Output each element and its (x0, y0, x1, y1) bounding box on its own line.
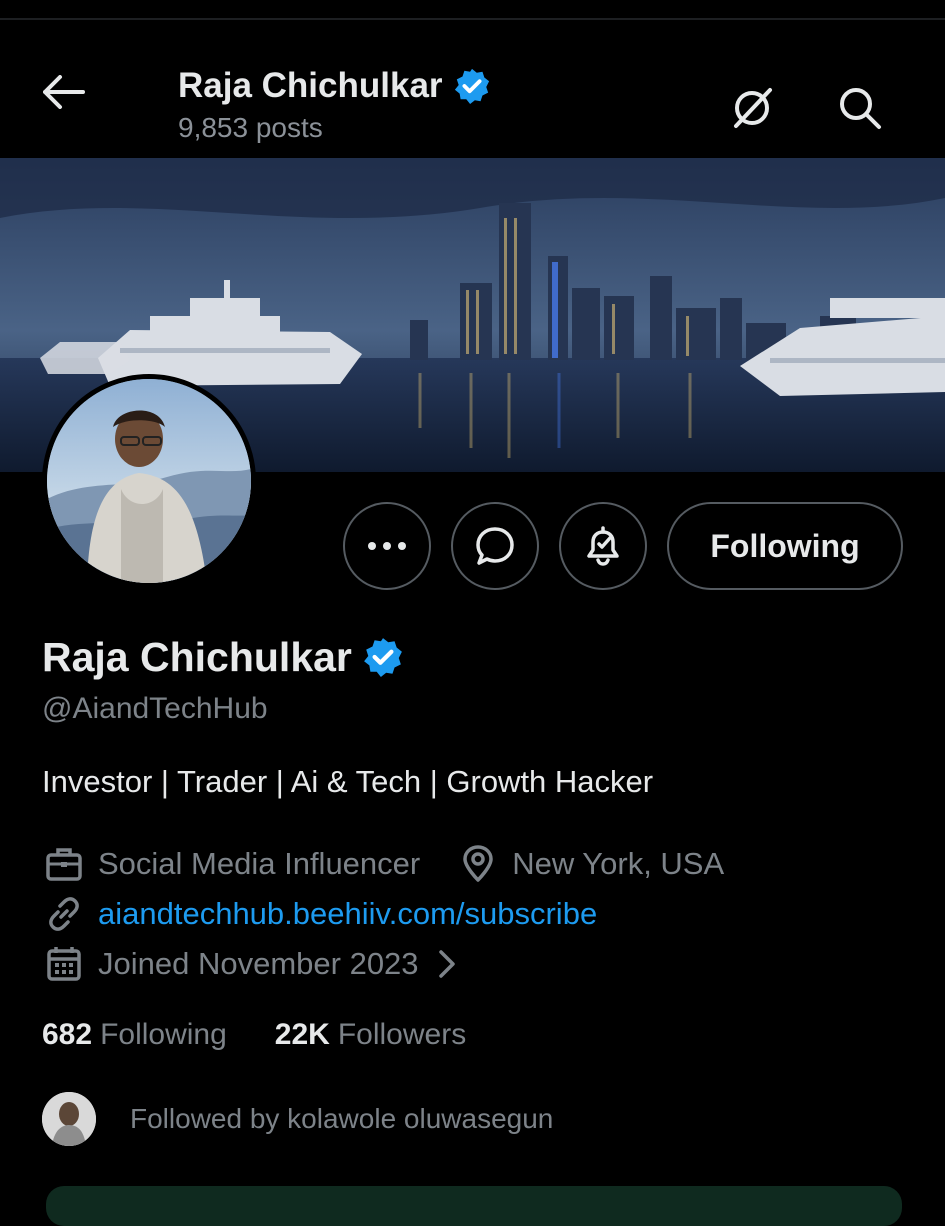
more-icon (368, 542, 406, 550)
more-button[interactable] (343, 502, 431, 590)
calendar-icon (42, 942, 86, 986)
arrow-left-icon (43, 75, 85, 109)
notification-bell-icon (587, 526, 619, 566)
profile-avatar[interactable] (42, 374, 256, 588)
followed-by-row[interactable]: Followed by kolawole oluwasegun (42, 1092, 553, 1146)
profile-website-link[interactable]: aiandtechhub.beehiiv.com/subscribe (98, 896, 597, 932)
profile-bio: Investor | Trader | Ai & Tech | Growth H… (42, 764, 654, 799)
briefcase-icon (42, 842, 86, 886)
following-count-link[interactable]: 682 Following (42, 1018, 227, 1052)
following-button[interactable]: Following (667, 502, 903, 590)
following-label: Following (100, 1018, 227, 1051)
location-pin-icon (456, 842, 500, 886)
followed-by-text: Followed by kolawole oluwasegun (130, 1103, 554, 1134)
status-bar (0, 0, 945, 20)
notification-button[interactable] (559, 502, 647, 590)
verified-badge-icon (363, 638, 402, 677)
followers-label: Followers (337, 1018, 467, 1051)
profile-name: Raja Chichulkar (42, 628, 404, 686)
followers-count-link[interactable]: 22K Followers (275, 1018, 466, 1052)
followers-count: 22K (274, 1018, 330, 1051)
profile-joined-date: Joined November 2023 (98, 946, 419, 981)
profile-category: Social Media Influencer (98, 846, 421, 881)
profile-meta-row: Social Media Influencer New York, USA (42, 842, 724, 886)
grok-button[interactable] (724, 80, 780, 136)
header-name: Raja Chichulkar (178, 66, 443, 105)
message-button[interactable] (451, 502, 539, 590)
follower-avatar (42, 1092, 96, 1146)
profile-joined-row[interactable]: Joined November 2023 (42, 942, 459, 986)
post-count: 9,853 posts (178, 112, 323, 143)
profile-name-text: Raja Chichulkar (42, 634, 352, 680)
search-icon (840, 88, 881, 129)
profile-location: New York, USA (512, 846, 725, 881)
profile-link-row: aiandtechhub.beehiiv.com/subscribe (42, 892, 597, 936)
profile-header-bar: Raja Chichulkar 9,853 posts (0, 20, 945, 158)
profile-handle: @AiandTechHub (42, 692, 268, 725)
search-button[interactable] (832, 80, 888, 136)
profile-stats: 682 Following 22K Followers (42, 1018, 466, 1052)
grok-icon (734, 88, 772, 128)
header-title-group: Raja Chichulkar 9,853 posts (178, 64, 491, 144)
link-icon (42, 892, 86, 936)
bottom-card (46, 1186, 902, 1226)
avatar-image (47, 379, 251, 583)
following-count: 682 (42, 1018, 93, 1051)
header-title: Raja Chichulkar (178, 64, 491, 108)
verified-badge-icon (454, 68, 489, 105)
back-button[interactable] (36, 64, 92, 120)
message-icon (476, 527, 514, 565)
chevron-right-icon (438, 950, 455, 978)
